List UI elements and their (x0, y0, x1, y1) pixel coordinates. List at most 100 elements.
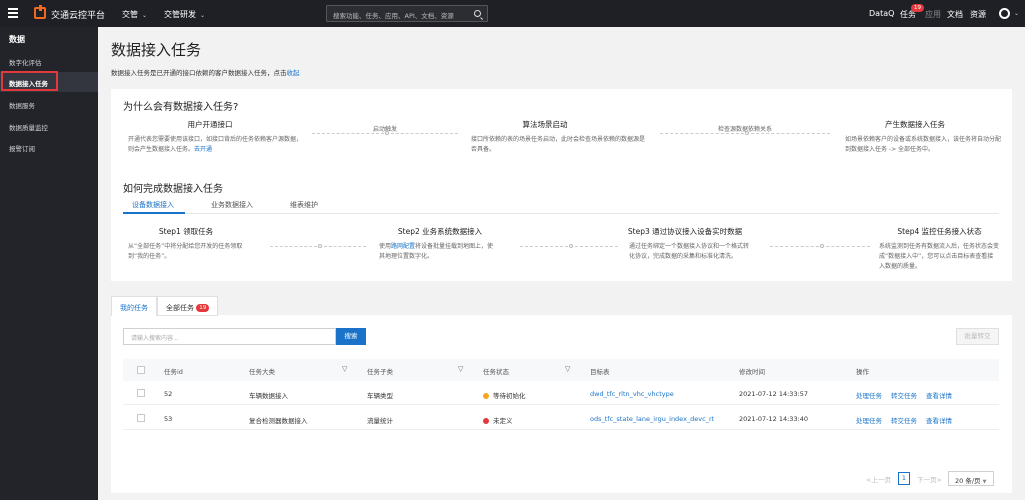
status-dot-icon (483, 393, 489, 399)
batch-transfer-button[interactable]: 批量转交 (956, 328, 999, 345)
menu-icon[interactable] (8, 8, 18, 18)
next-page-button[interactable]: 下一页> (917, 474, 942, 484)
tab-business-ingest[interactable]: 业务数据接入 (211, 200, 253, 210)
all-tasks-badge: 19 (196, 304, 210, 312)
process-task-button[interactable]: 处理任务 (856, 390, 882, 400)
nav-jiaoguan[interactable]: 交管 ⌄ (122, 9, 147, 20)
why-step3-title: 产生数据接入任务 (885, 120, 945, 129)
tab-divider (123, 213, 999, 214)
col-modified: 修改时间 (739, 368, 765, 376)
page-number-button[interactable]: 1 (898, 472, 910, 485)
col-category: 任务大类 (249, 368, 275, 376)
why-step2-text: 接口所依赖的表的场景任务启动，此时会检查场景依赖的数据源是否具备。 (471, 136, 646, 153)
filter-icon[interactable]: ▽ (342, 365, 347, 373)
sidebar-item-data-service[interactable]: 数据服务 (9, 100, 35, 110)
process-task-button[interactable]: 处理任务 (856, 415, 882, 425)
arrow-check: 检查源数据依赖关系 (660, 126, 830, 135)
how-title: 如何完成数据接入任务 (123, 184, 223, 195)
row-checkbox[interactable] (137, 414, 145, 422)
table-header: 任务id 任务大类 ▽ 任务子类 ▽ 任务状态 ▽ 目标表 修改时间 操作 (123, 359, 999, 381)
task-search-input[interactable]: 请输入搜索内容... (123, 328, 336, 345)
why-step1-title: 用户开通接口 (187, 120, 233, 129)
select-all-checkbox[interactable] (137, 366, 145, 374)
arrow-how-3 (770, 244, 870, 248)
transfer-task-button[interactable]: 转交任务 (891, 390, 917, 400)
col-task-id: 任务id (164, 368, 183, 376)
open-link[interactable]: 去开通 (194, 146, 212, 153)
logo (34, 5, 46, 19)
page-size-select[interactable]: 20 条/页 ▼ (948, 471, 994, 486)
sidebar-highlight-box (1, 71, 58, 91)
table-row: 53 复合检测器数据接入 流量统计 未定义 ods_tfc_state_lane… (123, 406, 999, 430)
sidebar-item-quality[interactable]: 数据质量监控 (9, 122, 48, 132)
tab-my-tasks[interactable]: 我的任务 (111, 296, 157, 316)
how-step2-title: Step2 业务系统数据接入 (397, 227, 483, 236)
sidebar-item-alarm[interactable]: 报警订阅 (9, 143, 35, 153)
how-step4-text: 系统监测到任务有数据流入后，任务状态会变成“数据接入中”，您可以点击目标表查看接… (879, 243, 1000, 270)
col-subcategory: 任务子类 (367, 368, 393, 376)
filter-icon[interactable]: ▽ (565, 365, 570, 373)
why-step3-text: 如场景依赖客户的设备或系统数据接入，该任务将自动分配到数据接入任务 -> 全部任… (845, 136, 1002, 153)
col-actions: 操作 (856, 368, 869, 376)
task-status: 等待初始化 (483, 390, 526, 400)
link-dataq[interactable]: DataQ (869, 9, 894, 18)
task-id: 52 (164, 390, 173, 398)
how-step4-title: Step4 监控任务接入状态 (897, 227, 982, 236)
sidebar-item-digital-eval[interactable]: 数字化评估 (9, 57, 42, 67)
why-title: 为什么会有数据接入任务? (123, 102, 239, 113)
avatar[interactable] (999, 8, 1010, 19)
tab-active-underline (123, 212, 185, 214)
chevron-down-icon[interactable]: ⌄ (1014, 10, 1019, 17)
arrow-trigger: 启动触发 (312, 126, 458, 135)
chevron-down-icon: ▼ (982, 479, 987, 485)
status-dot-icon (483, 418, 489, 424)
nav-jiaoguan-dev[interactable]: 交管研发 ⌄ (164, 9, 205, 20)
sidebar-title: 数据 (9, 35, 25, 44)
collapse-link[interactable]: 收起 (287, 69, 300, 77)
table-row: 52 车辆数据接入 车辆类型 等待初始化 dwd_tfc_rltn_vhc_vh… (123, 381, 999, 405)
prev-page-button[interactable]: <上一页 (866, 474, 891, 484)
view-detail-button[interactable]: 查看详情 (926, 390, 952, 400)
how-step2-text: 使用路网配置将设备批量挂载到地图上，使其地理位置数字化。 (379, 243, 494, 260)
brand-name: 交通云控平台 (51, 11, 106, 21)
link-docs[interactable]: 文档 (947, 9, 963, 20)
chevron-down-icon: ⌄ (142, 12, 148, 19)
global-search-input[interactable]: 搜索功能、任务、应用、API、文档、资源 (326, 5, 488, 22)
target-table-link[interactable]: dwd_tfc_rltn_vhc_vhctype (590, 390, 674, 398)
task-id: 53 (164, 415, 173, 423)
sidebar: 数据 数字化评估 数据接入任务 数据服务 数据质量监控 报警订阅 (0, 27, 98, 500)
task-status: 未定义 (483, 415, 513, 425)
why-step1-text: 开通代表您需要使用该接口，如接口背后的任务依赖客户源数据，则会产生数据接入任务。… (128, 136, 303, 153)
task-modified: 2021-07-12 14:33:57 (739, 390, 809, 398)
arrow-how-2 (520, 244, 618, 248)
task-subcategory: 流量统计 (367, 417, 393, 425)
page-header: 数据接入任务 数据接入任务是已开通的接口依赖的客户数据接入任务，点击收起 (98, 27, 1025, 90)
task-category: 复合检测器数据接入 (249, 417, 308, 425)
task-modified: 2021-07-12 14:33:40 (739, 415, 809, 423)
how-step3-title: Step3 通过协议接入设备实时数据 (627, 227, 743, 236)
tab-device-ingest[interactable]: 设备数据接入 (132, 200, 174, 210)
why-step2-title: 算法场景启动 (522, 120, 568, 129)
page-description: 数据接入任务是已开通的接口依赖的客户数据接入任务，点击收起 (111, 69, 300, 77)
tab-all-tasks[interactable]: 全部任务 19 (157, 296, 219, 316)
arrow-how-1 (270, 244, 366, 248)
road-config-link[interactable]: 路网配置 (391, 243, 415, 250)
link-apps[interactable]: 应用 (925, 9, 941, 20)
task-category: 车辆数据接入 (249, 392, 288, 400)
link-resources[interactable]: 资源 (970, 9, 986, 20)
filter-icon[interactable]: ▽ (458, 365, 463, 373)
task-subcategory: 车辆类型 (367, 392, 393, 400)
search-button[interactable]: 搜索 (336, 328, 366, 345)
intro-card (111, 89, 1012, 281)
view-detail-button[interactable]: 查看详情 (926, 415, 952, 425)
tasks-badge: 19 (911, 4, 924, 12)
target-table-link[interactable]: ods_tfc_state_lane_irgu_index_devc_rt (590, 415, 714, 423)
chevron-down-icon: ⌄ (200, 12, 206, 19)
row-checkbox[interactable] (137, 389, 145, 397)
tab-dimension-maintain[interactable]: 维表维护 (290, 200, 318, 210)
col-status: 任务状态 (483, 368, 509, 376)
search-icon[interactable] (474, 10, 481, 17)
transfer-task-button[interactable]: 转交任务 (891, 415, 917, 425)
col-target-table: 目标表 (590, 368, 610, 376)
how-step1-title: Step1 领取任务 (158, 227, 214, 236)
